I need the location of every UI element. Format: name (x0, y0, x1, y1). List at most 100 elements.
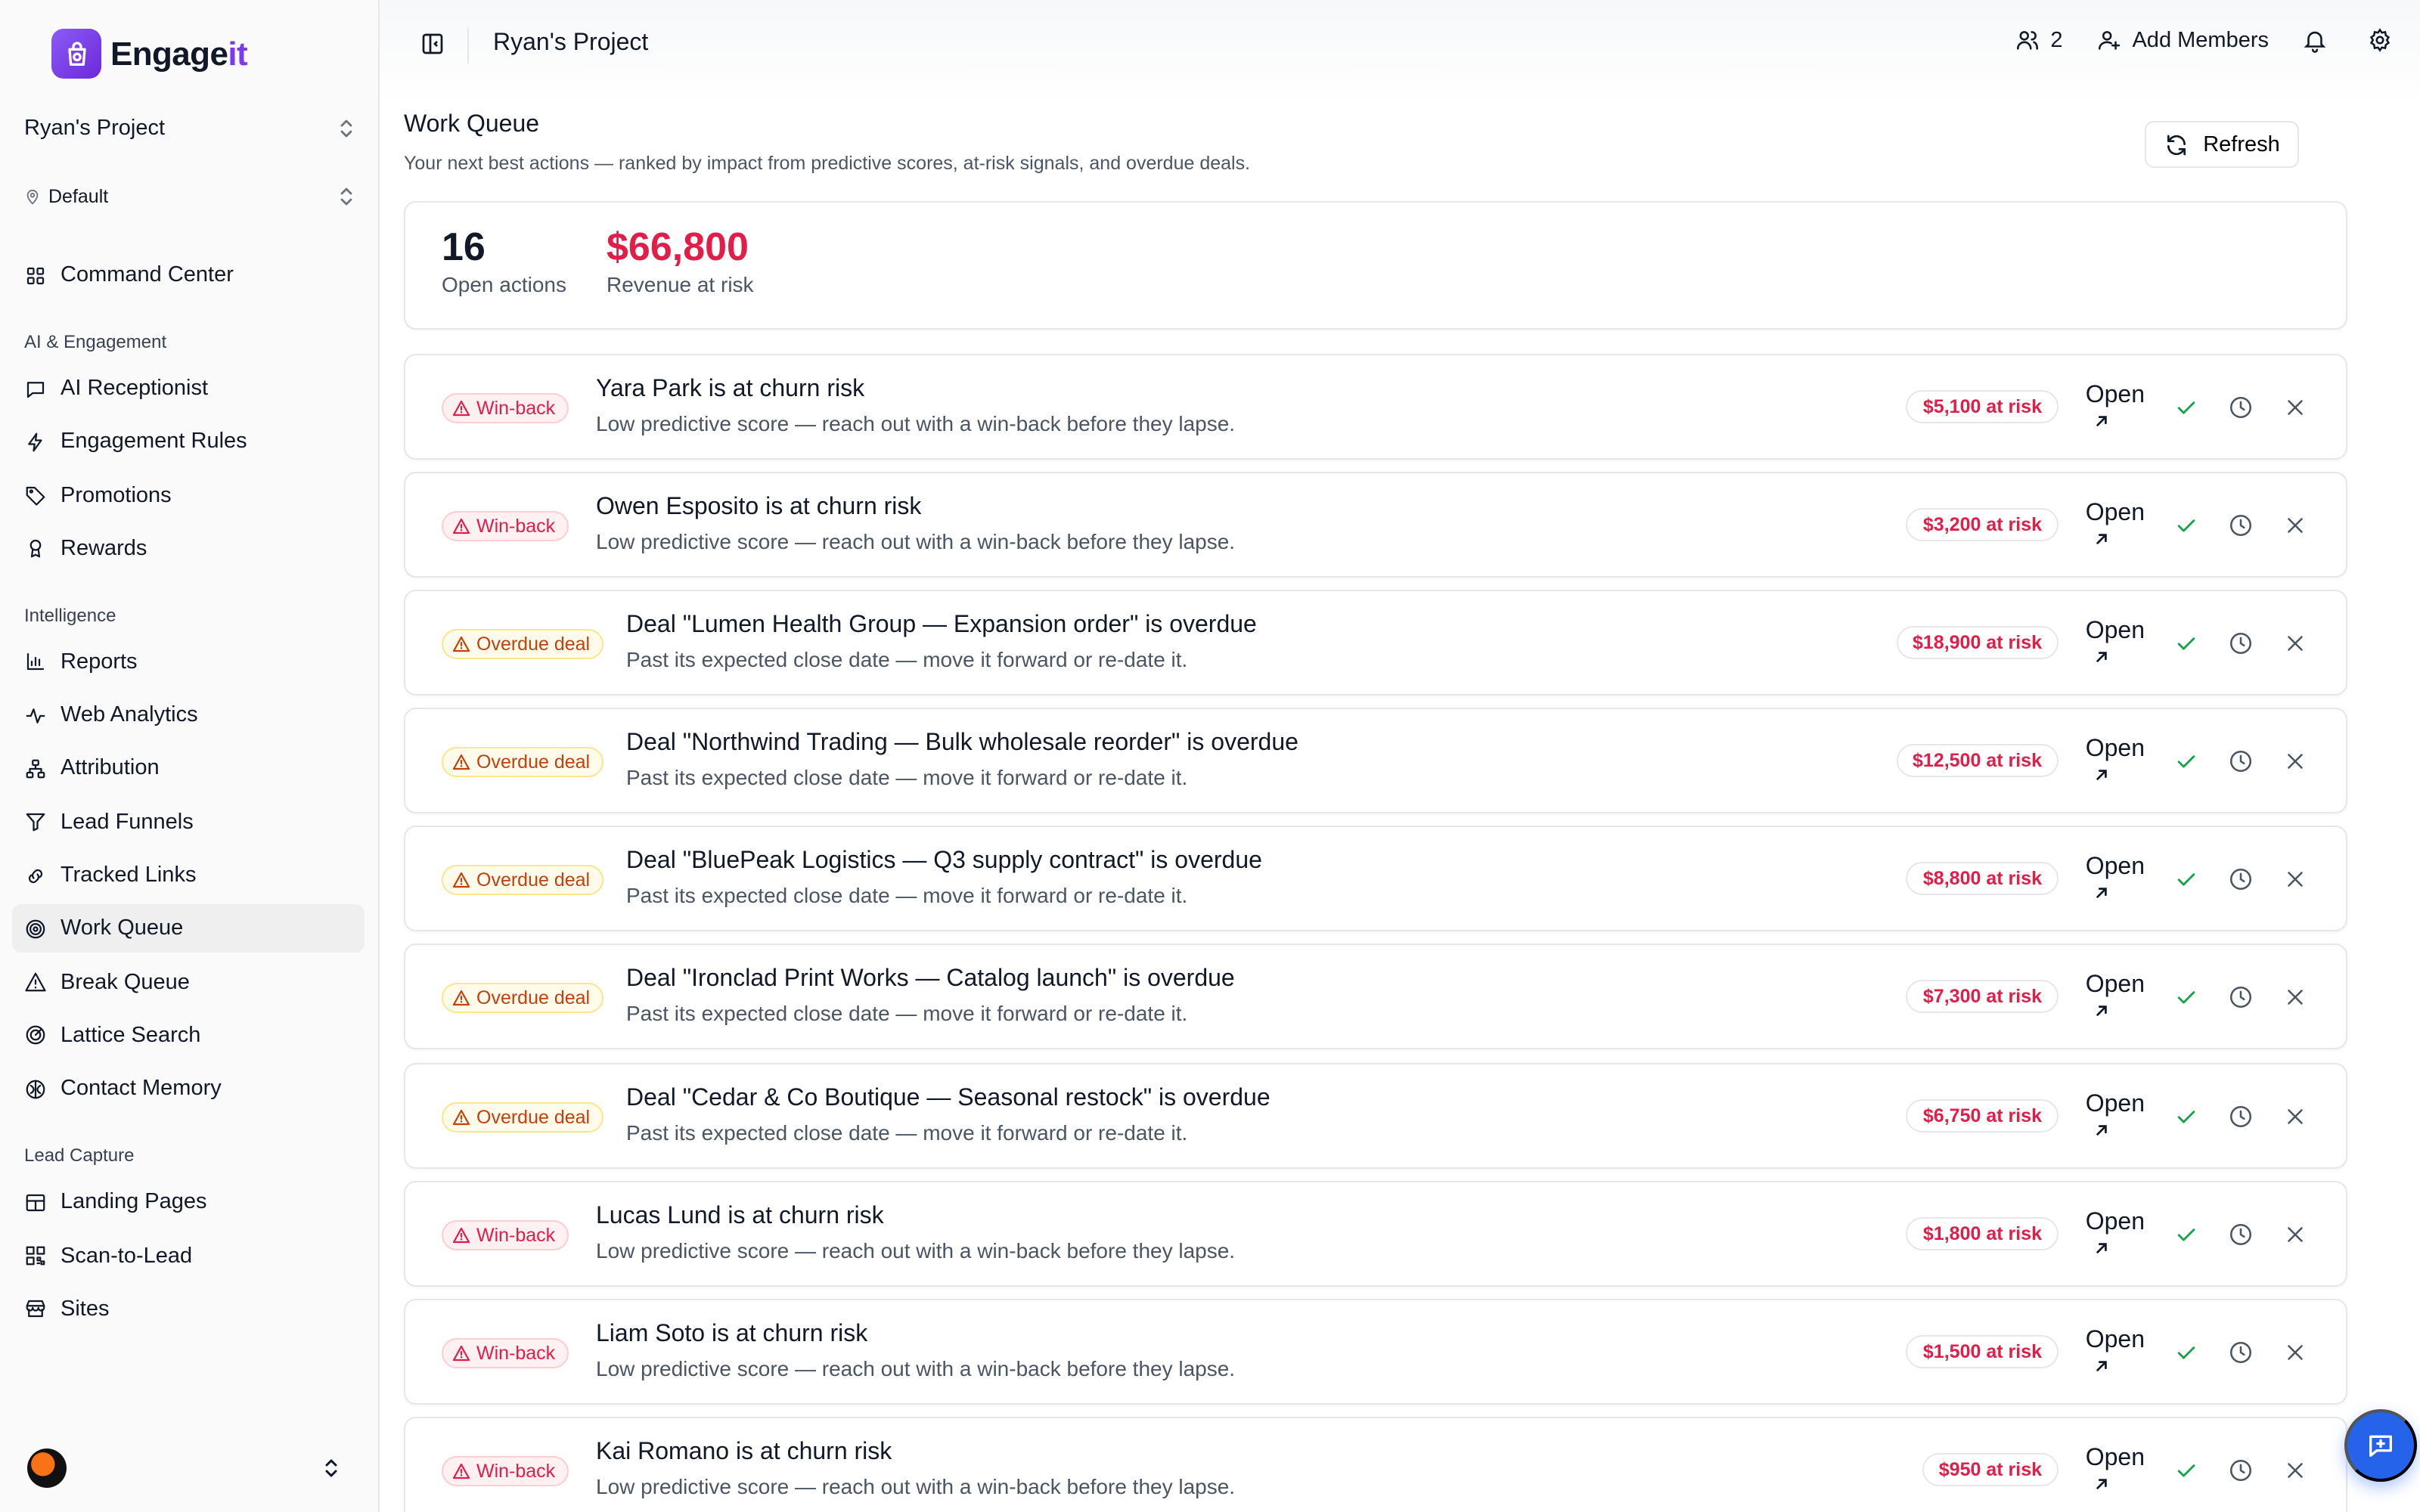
clock-icon[interactable] (2228, 1103, 2254, 1129)
sidebar-item-label: Lead Funnels (60, 810, 194, 835)
badge-label: Win-back (476, 1224, 556, 1246)
sidebar-item-engagement-rules[interactable]: Engagement Rules (12, 418, 365, 466)
close-icon[interactable] (2282, 395, 2308, 420)
work-queue-item[interactable]: Overdue deal Deal "BluePeak Logistics — Q… (404, 826, 2347, 932)
open-link[interactable]: Open (2086, 854, 2145, 900)
add-members-button[interactable]: Add Members (2096, 27, 2269, 53)
check-icon[interactable] (2173, 1103, 2199, 1129)
alert-triangle-icon (452, 1463, 470, 1479)
open-link[interactable]: Open (2086, 1326, 2145, 1373)
project-title: Ryan's Project (493, 30, 649, 56)
sidebar-item-command-center[interactable]: Command Center (12, 251, 365, 299)
check-icon[interactable] (2173, 985, 2199, 1011)
risk-badge: $12,500 at risk (1896, 744, 2059, 778)
check-icon[interactable] (2173, 1221, 2199, 1247)
clock-icon[interactable] (2228, 395, 2254, 420)
item-subtitle: Past its expected close date — move it f… (626, 765, 1188, 790)
sidebar-item-ai-receptionist[interactable]: AI Receptionist (12, 364, 365, 413)
sidebar-item-lattice-search[interactable]: Lattice Search (12, 1012, 365, 1060)
check-icon[interactable] (2173, 749, 2199, 775)
arrow-up-right-icon (2096, 770, 2107, 781)
check-icon[interactable] (2173, 1458, 2199, 1483)
bell-icon[interactable] (2302, 27, 2328, 53)
close-icon[interactable] (2282, 749, 2308, 775)
sidebar-item-label: Work Queue (60, 916, 184, 941)
clock-icon[interactable] (2228, 985, 2254, 1011)
open-link[interactable]: Open (2086, 971, 2145, 1018)
location-selector[interactable]: Default (24, 186, 354, 207)
sidebar-item-label: Lattice Search (60, 1023, 201, 1048)
work-queue-item[interactable]: Win-back Liam Soto is at churn risk Low pr… (404, 1298, 2347, 1405)
check-icon[interactable] (2173, 631, 2199, 656)
check-icon[interactable] (2173, 867, 2199, 893)
sidebar-item-attribution[interactable]: Attribution (12, 745, 365, 793)
open-link[interactable]: Open (2086, 617, 2145, 664)
chevron-up-down-icon (340, 119, 352, 138)
work-queue-item[interactable]: Overdue deal Deal "Lumen Health Group — E… (404, 590, 2347, 696)
close-icon[interactable] (2282, 1340, 2308, 1365)
work-queue-item[interactable]: Overdue deal Deal "Northwind Trading — Bu… (404, 708, 2347, 814)
close-icon[interactable] (2282, 1221, 2308, 1247)
sidebar-item-landing-pages[interactable]: Landing Pages (12, 1179, 365, 1227)
sidebar-toggle-icon[interactable] (419, 30, 446, 57)
sidebar-item-sites[interactable]: Sites (12, 1285, 365, 1334)
clock-icon[interactable] (2228, 1458, 2254, 1483)
work-queue-item[interactable]: Overdue deal Deal "Ironclad Print Works —… (404, 943, 2347, 1050)
item-text: Deal "BluePeak Logistics — Q3 supply con… (626, 847, 1262, 909)
chat-fab[interactable] (2344, 1409, 2417, 1482)
close-icon[interactable] (2282, 1103, 2308, 1129)
project-name: Ryan's Project (24, 116, 166, 141)
clock-icon[interactable] (2228, 631, 2254, 656)
open-link[interactable]: Open (2086, 1089, 2145, 1136)
sidebar-item-reports[interactable]: Reports (12, 638, 365, 686)
clock-icon[interactable] (2228, 1340, 2254, 1365)
type-badge: Overdue deal (442, 983, 604, 1014)
open-link[interactable]: Open (2086, 1207, 2145, 1254)
open-label: Open (2085, 1091, 2145, 1117)
type-badge: Win-back (442, 1219, 569, 1250)
refresh-button[interactable]: Refresh (2145, 121, 2299, 168)
check-icon[interactable] (2173, 513, 2199, 538)
sidebar-item-rewards[interactable]: Rewards (12, 525, 365, 573)
close-icon[interactable] (2282, 513, 2308, 538)
sidebar-item-work-queue[interactable]: Work Queue (12, 904, 365, 953)
members-button[interactable]: 2 (2014, 27, 2062, 53)
sidebar-item-web-analytics[interactable]: Web Analytics (12, 691, 365, 739)
brand-logo[interactable]: Engageit (51, 29, 248, 79)
check-icon[interactable] (2173, 395, 2199, 420)
clock-icon[interactable] (2228, 867, 2254, 893)
badge-label: Overdue deal (476, 634, 591, 655)
close-icon[interactable] (2282, 985, 2308, 1011)
qr-code-icon (26, 1246, 45, 1266)
work-queue-item[interactable]: Win-back Yara Park is at churn risk Low pr… (404, 354, 2347, 460)
close-icon[interactable] (2282, 631, 2308, 656)
open-link[interactable]: Open (2086, 1444, 2145, 1491)
work-queue-item[interactable]: Win-back Kai Romano is at churn risk Low p… (404, 1416, 2347, 1512)
work-queue-list: Win-back Yara Park is at churn risk Low pr… (404, 354, 2347, 1512)
chevron-up-down-icon (325, 1459, 337, 1477)
close-icon[interactable] (2282, 1458, 2308, 1483)
user-menu[interactable] (27, 1448, 339, 1488)
sidebar-item-scan-to-lead[interactable]: Scan-to-Lead (12, 1232, 365, 1280)
gear-icon[interactable] (2367, 27, 2393, 53)
item-subtitle: Low predictive score — reach out with a … (596, 1473, 1236, 1498)
clock-icon[interactable] (2228, 1221, 2254, 1247)
close-icon[interactable] (2282, 867, 2308, 893)
work-queue-item[interactable]: Win-back Owen Esposito is at churn risk Lo… (404, 472, 2347, 578)
open-link[interactable]: Open (2086, 736, 2145, 782)
open-link[interactable]: Open (2086, 499, 2145, 546)
open-link[interactable]: Open (2086, 381, 2145, 428)
sidebar-item-lead-funnels[interactable]: Lead Funnels (12, 798, 365, 847)
arrow-up-right-icon (2096, 1242, 2107, 1253)
sidebar-item-contact-memory[interactable]: Contact Memory (12, 1065, 365, 1114)
project-selector[interactable]: Ryan's Project (24, 116, 354, 141)
clock-icon[interactable] (2228, 513, 2254, 538)
users-icon (2016, 31, 2038, 50)
sidebar-item-tracked-links[interactable]: Tracked Links (12, 851, 365, 900)
sidebar-item-promotions[interactable]: Promotions (12, 471, 365, 519)
check-icon[interactable] (2173, 1340, 2199, 1365)
work-queue-item[interactable]: Overdue deal Deal "Cedar & Co Boutique — … (404, 1062, 2347, 1169)
sidebar-item-break-queue[interactable]: Break Queue (12, 958, 365, 1006)
clock-icon[interactable] (2228, 749, 2254, 775)
work-queue-item[interactable]: Win-back Lucas Lund is at churn risk Low p… (404, 1180, 2347, 1287)
